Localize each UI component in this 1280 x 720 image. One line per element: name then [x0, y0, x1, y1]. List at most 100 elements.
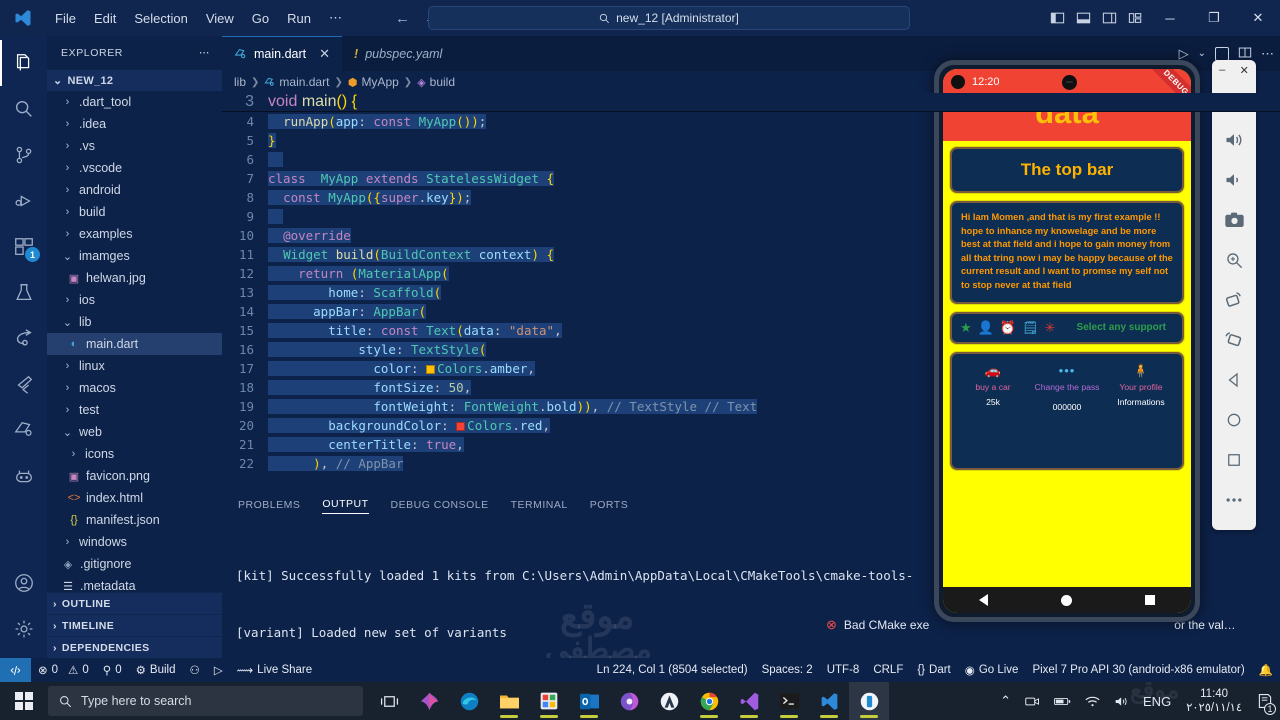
support-card[interactable]: ★ 👤 ⏰ 🗒 ✳ Select any support: [950, 311, 1184, 344]
status-run[interactable]: ▷: [207, 658, 230, 682]
window-minimize-button[interactable]: ─: [1148, 0, 1192, 36]
activity-item-accounts[interactable]: [0, 560, 47, 606]
taskbar-item-outlook[interactable]: [569, 682, 609, 720]
option-buy-a-car[interactable]: 🚗 buy a car 25k: [956, 363, 1030, 468]
taskbar-item-microsoft-store[interactable]: [529, 682, 569, 720]
status-device[interactable]: Pixel 7 Pro API 30 (android-x86 emulator…: [1025, 658, 1251, 682]
star-icon[interactable]: ★: [960, 321, 972, 334]
explorer-more-icon[interactable]: ⋯: [199, 47, 210, 59]
option-change-the-pass[interactable]: ••• Change the pass 000000: [1030, 363, 1104, 468]
taskbar-item-android-studio[interactable]: [649, 682, 689, 720]
tree-item-dart-tool[interactable]: › .dart_tool: [47, 91, 222, 113]
camera-icon[interactable]: [1018, 682, 1047, 720]
customize-layout-icon[interactable]: [1122, 0, 1148, 36]
back-icon[interactable]: ←: [395, 10, 410, 27]
taskbar-item-edge[interactable]: [449, 682, 489, 720]
sticky-scroll-line[interactable]: 3 void main() {: [222, 93, 1280, 112]
status-errors[interactable]: ⊗ 0 ⚠ 0: [31, 658, 96, 682]
tree-item-macos[interactable]: › macos: [47, 377, 222, 399]
more-actions-icon[interactable]: ⋯: [1261, 46, 1274, 62]
tree-item-icons[interactable]: › icons: [47, 443, 222, 465]
volume-icon[interactable]: [1107, 682, 1136, 720]
status-radio-tower[interactable]: ⚲ 0: [96, 658, 129, 682]
top-bar-card[interactable]: The top bar: [950, 147, 1184, 193]
status-language-mode[interactable]: {} Dart: [910, 658, 957, 682]
breadcrumb-item-lib[interactable]: lib: [234, 75, 246, 89]
option-your-profile[interactable]: 🧍 Your profile Informations: [1104, 363, 1178, 468]
language-indicator[interactable]: ENG: [1136, 682, 1178, 720]
emulator-minimize-button[interactable]: –: [1219, 64, 1225, 76]
taskbar-item-vscode[interactable]: [809, 682, 849, 720]
panel-right-icon[interactable]: [1096, 0, 1122, 36]
tree-item-lib[interactable]: ⌄ lib: [47, 311, 222, 333]
overview-icon[interactable]: [1212, 440, 1256, 480]
tree-item-idea[interactable]: › .idea: [47, 113, 222, 135]
emulator-close-button[interactable]: ✕: [1240, 64, 1249, 77]
status-indentation[interactable]: Spaces: 2: [755, 658, 820, 682]
taskbar-item-terminal[interactable]: [769, 682, 809, 720]
volume-down-icon[interactable]: [1212, 160, 1256, 200]
android-emulator-window[interactable]: 12:20 data DEBUG The top bar Hi Iam Mome…: [934, 60, 1200, 622]
tree-item-gitignore[interactable]: ◈ .gitignore: [47, 553, 222, 575]
taskbar-item-visual-studio[interactable]: [729, 682, 769, 720]
taskbar-search-box[interactable]: Type here to search: [48, 686, 363, 716]
taskbar-item-file-explorer[interactable]: [489, 682, 529, 720]
tree-item-manifest-json[interactable]: {} manifest.json: [47, 509, 222, 531]
asterisk-icon[interactable]: ✳: [1045, 321, 1056, 334]
tree-item-imamges[interactable]: ⌄ imamges: [47, 245, 222, 267]
tree-item-linux[interactable]: › linux: [47, 355, 222, 377]
menu-selection[interactable]: Selection: [125, 7, 196, 30]
sidebar-section-timeline[interactable]: › TIMELINE: [47, 614, 222, 636]
tree-item-helwan-jpg[interactable]: ▣ helwan.jpg: [47, 267, 222, 289]
command-center-search[interactable]: new_12 [Administrator]: [428, 6, 910, 30]
emulator-screen[interactable]: 12:20 data DEBUG The top bar Hi Iam Mome…: [943, 69, 1191, 613]
tree-item-main-dart[interactable]: ◐ main.dart: [47, 333, 222, 355]
menu-edit[interactable]: Edit: [85, 7, 125, 30]
taskbar-item-photos[interactable]: [609, 682, 649, 720]
home-icon[interactable]: [1212, 400, 1256, 440]
activity-item-run-and-debug[interactable]: [0, 178, 47, 224]
tree-item-vscode[interactable]: › .vscode: [47, 157, 222, 179]
panel-tab-debug-console[interactable]: DEBUG CONSOLE: [391, 499, 489, 514]
alarm-icon[interactable]: ⏰: [1000, 321, 1016, 334]
status-cursor-position[interactable]: Ln 224, Col 1 (8504 selected): [590, 658, 755, 682]
breadcrumb-item-main-dart[interactable]: main.dart: [264, 75, 329, 89]
queue-add-icon[interactable]: 🗒: [1022, 321, 1039, 334]
recents-icon[interactable]: [1144, 595, 1155, 605]
taskbar-item-task-view[interactable]: [369, 682, 409, 720]
activity-item-source-control[interactable]: [0, 132, 47, 178]
panel-tab-problems[interactable]: PROBLEMS: [238, 499, 300, 514]
flutter-run-icon[interactable]: [1215, 46, 1229, 61]
tree-item-build[interactable]: › build: [47, 201, 222, 223]
sidebar-section-dependencies[interactable]: › DEPENDENCIES: [47, 636, 222, 658]
notification-center-button[interactable]: 1: [1250, 682, 1280, 720]
rotate-right-icon[interactable]: [1212, 320, 1256, 360]
menu-more[interactable]: ⋯: [320, 6, 351, 30]
show-hidden-icons[interactable]: ⌃: [993, 682, 1018, 720]
tab-pubspec-yaml[interactable]: ! pubspec.yaml: [342, 36, 455, 71]
remote-indicator[interactable]: [0, 658, 31, 682]
tab-main-dart[interactable]: main.dart ✕: [222, 36, 343, 71]
wifi-icon[interactable]: [1078, 682, 1107, 720]
tree-item-android[interactable]: › android: [47, 179, 222, 201]
status-live-share[interactable]: ⟿ Live Share: [230, 658, 319, 682]
camera-icon[interactable]: [1212, 200, 1256, 240]
panel-tab-ports[interactable]: PORTS: [590, 499, 628, 514]
activity-item-extensions[interactable]: 1: [0, 224, 47, 270]
breadcrumb-item-build[interactable]: ◈ build: [417, 75, 455, 89]
more-icon[interactable]: [1212, 480, 1256, 520]
tab-close-icon[interactable]: ✕: [319, 46, 330, 62]
activity-item-explorer[interactable]: [0, 40, 47, 86]
tree-item-index-html[interactable]: <> index.html: [47, 487, 222, 509]
tree-item-web[interactable]: ⌄ web: [47, 421, 222, 443]
home-icon[interactable]: [1060, 594, 1072, 606]
back-icon[interactable]: [979, 594, 989, 606]
status-go-live[interactable]: ◉ Go Live: [958, 658, 1026, 682]
workspace-root-row[interactable]: ⌄ NEW_12: [47, 70, 222, 91]
tree-item-test[interactable]: › test: [47, 399, 222, 421]
activity-item-testing[interactable]: [0, 270, 47, 316]
tree-item-ios[interactable]: › ios: [47, 289, 222, 311]
tree-item-examples[interactable]: › examples: [47, 223, 222, 245]
volume-up-icon[interactable]: [1212, 120, 1256, 160]
status-encoding[interactable]: UTF-8: [820, 658, 867, 682]
